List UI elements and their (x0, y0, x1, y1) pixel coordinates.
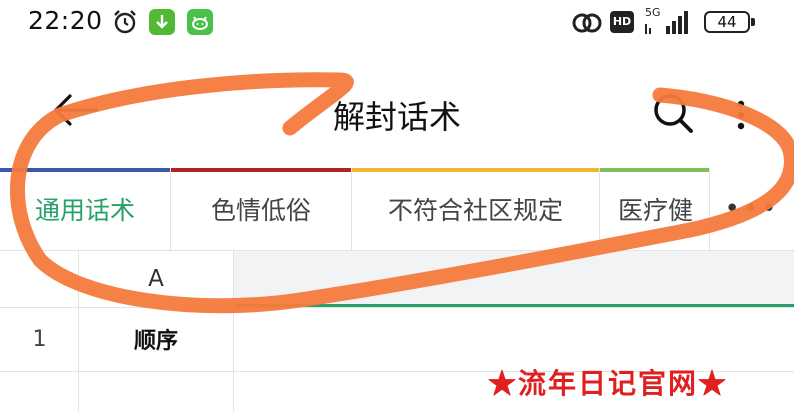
link-loop-icon (572, 13, 602, 33)
cell-a1[interactable]: 顺序 (79, 307, 233, 371)
tab-label: 医疗健 (618, 196, 694, 225)
tab-color-bar (0, 168, 170, 172)
tab-general-scripts[interactable]: 通用话术 (0, 168, 171, 250)
more-tabs-button[interactable]: ••• (710, 168, 794, 250)
clock: 22:20 (28, 6, 103, 35)
tab-color-bar (171, 168, 351, 172)
tab-medical[interactable]: 医疗健 (600, 168, 710, 250)
signal-strength-icon (645, 11, 688, 34)
column-header-a[interactable]: A (79, 251, 233, 307)
hd-badge: HD (610, 11, 634, 33)
battery-tip (751, 18, 755, 26)
status-bar: 22:20 HD 5G 44 (0, 0, 794, 46)
tab-community-rules[interactable]: 不符合社区规定 (352, 168, 600, 250)
cat-app-icon (187, 9, 213, 35)
column-header-selected[interactable] (234, 251, 794, 307)
tab-color-bar (352, 168, 599, 172)
search-icon[interactable] (652, 92, 694, 134)
grid-line (233, 251, 234, 412)
tab-label: 通用话术 (34, 196, 135, 225)
download-app-icon (149, 9, 175, 35)
tab-color-bar (600, 168, 709, 172)
battery-icon: 44 (704, 11, 750, 33)
battery-level: 44 (717, 13, 737, 31)
tab-label: 不符合社区规定 (387, 196, 563, 225)
more-options-icon[interactable] (734, 96, 748, 134)
alarm-clock-icon (114, 10, 136, 34)
tab-label: 色情低俗 (210, 196, 311, 225)
watermark: ★流年日记官网★ (488, 367, 729, 400)
tab-vulgar[interactable]: 色情低俗 (171, 168, 352, 250)
row-header-1[interactable]: 1 (0, 307, 79, 371)
sheet-tabs: 通用话术 色情低俗 不符合社区规定 医疗健 (0, 168, 794, 251)
